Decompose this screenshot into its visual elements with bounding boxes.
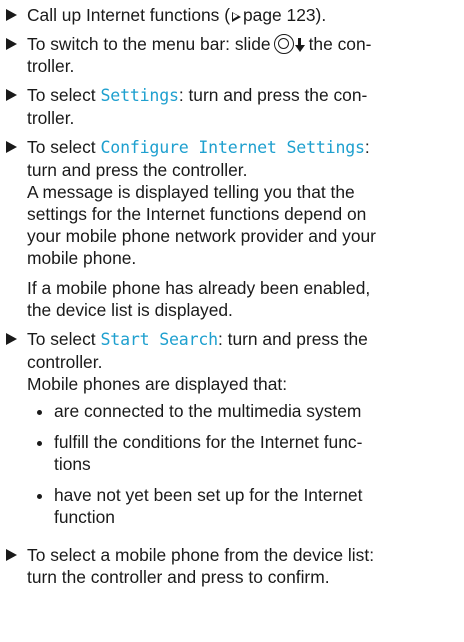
controller-knob-icon: [273, 34, 294, 54]
step-text: : turn and press the: [217, 329, 368, 349]
result-paragraph: If a mobile phone has already been enabl…: [27, 277, 456, 321]
result-line: settings for the Internet functions depe…: [27, 204, 367, 224]
step-configure-internet-settings: To select Configure Internet Settings: t…: [4, 136, 456, 321]
triangle-bullet-icon: [6, 38, 17, 50]
bullet-dot-icon: [37, 410, 42, 415]
step-switch-menu-bar: To switch to the menu bar: slide the con-…: [4, 33, 456, 77]
bullet-dot-icon: [37, 441, 42, 446]
step-call-up-internet: Call up Internet functions ( page 123).: [4, 4, 456, 26]
result-line: your mobile phone network provider and y…: [27, 226, 376, 246]
result-paragraph: A message is displayed telling you that …: [27, 181, 456, 269]
list-item-text: function: [54, 507, 115, 527]
step-select-settings: To select Settings: turn and press the c…: [4, 84, 456, 129]
page-reference-triangle-icon: [232, 11, 241, 22]
triangle-bullet-icon: [6, 333, 17, 345]
step-line: To select Start Search: turn and press t…: [27, 328, 456, 351]
result-line: Mobile phones are displayed that:: [27, 374, 288, 394]
step-text: troller.: [27, 108, 75, 128]
step-select-mobile-phone: To select a mobile phone from the device…: [4, 544, 456, 588]
step-line: troller.: [27, 107, 456, 129]
result-line: A message is displayed telling you that …: [27, 182, 355, 202]
step-line: To select Configure Internet Settings:: [27, 136, 456, 159]
step-text: :: [364, 137, 370, 157]
step-text: To select: [27, 329, 96, 349]
triangle-bullet-icon: [6, 141, 17, 153]
step-line: To select a mobile phone from the device…: [27, 545, 375, 565]
list-item: have not yet been set up for the Interne…: [27, 484, 456, 528]
step-text: Call up Internet functions (: [27, 5, 230, 25]
triangle-bullet-icon: [6, 549, 17, 561]
slide-down-arrow-icon: [294, 38, 305, 52]
result-line: If a mobile phone has already been enabl…: [27, 278, 371, 298]
triangle-bullet-icon: [6, 89, 17, 101]
step-text: : turn and press the con-: [178, 85, 368, 105]
step-line: troller.: [27, 55, 456, 77]
result-line: the device list is displayed.: [27, 300, 233, 320]
step-text: troller.: [27, 56, 75, 76]
list-item: fulfill the conditions for the Internet …: [27, 431, 456, 475]
step-line: turn and press the controller.: [27, 159, 456, 181]
step-text: To select: [27, 85, 96, 105]
step-line: To switch to the menu bar: slide the con-: [27, 33, 456, 55]
instruction-page: Call up Internet functions ( page 123). T…: [0, 0, 464, 642]
step-start-search: To select Start Search: turn and press t…: [4, 328, 456, 528]
bullet-dot-icon: [37, 494, 42, 499]
step-text: controller.: [27, 352, 103, 372]
step-line: turn the controller and press to confirm…: [27, 567, 330, 587]
step-line: Call up Internet functions ( page 123).: [27, 4, 456, 26]
menu-item-configure-internet-settings: Configure Internet Settings: [100, 138, 365, 157]
menu-item-start-search: Start Search: [100, 330, 218, 349]
triangle-bullet-icon: [6, 9, 17, 21]
result-line: mobile phone.: [27, 248, 137, 268]
list-item-text: are connected to the multimedia system: [54, 401, 362, 421]
page-reference-text: page 123).: [243, 5, 327, 25]
list-item-text: tions: [54, 454, 91, 474]
step-line: controller.: [27, 351, 456, 373]
list-item-text: have not yet been set up for the Interne…: [54, 485, 363, 505]
step-line: To select Settings: turn and press the c…: [27, 84, 456, 107]
step-text: To select: [27, 137, 96, 157]
step-text: turn and press the controller.: [27, 160, 248, 180]
list-item: are connected to the multimedia system: [27, 400, 456, 422]
list-item-text: fulfill the conditions for the Internet …: [54, 432, 363, 452]
menu-item-settings: Settings: [100, 86, 179, 105]
step-text: the con-: [308, 34, 372, 54]
step-text: To switch to the menu bar: slide: [27, 34, 271, 54]
condition-list: are connected to the multimedia system f…: [27, 400, 456, 528]
